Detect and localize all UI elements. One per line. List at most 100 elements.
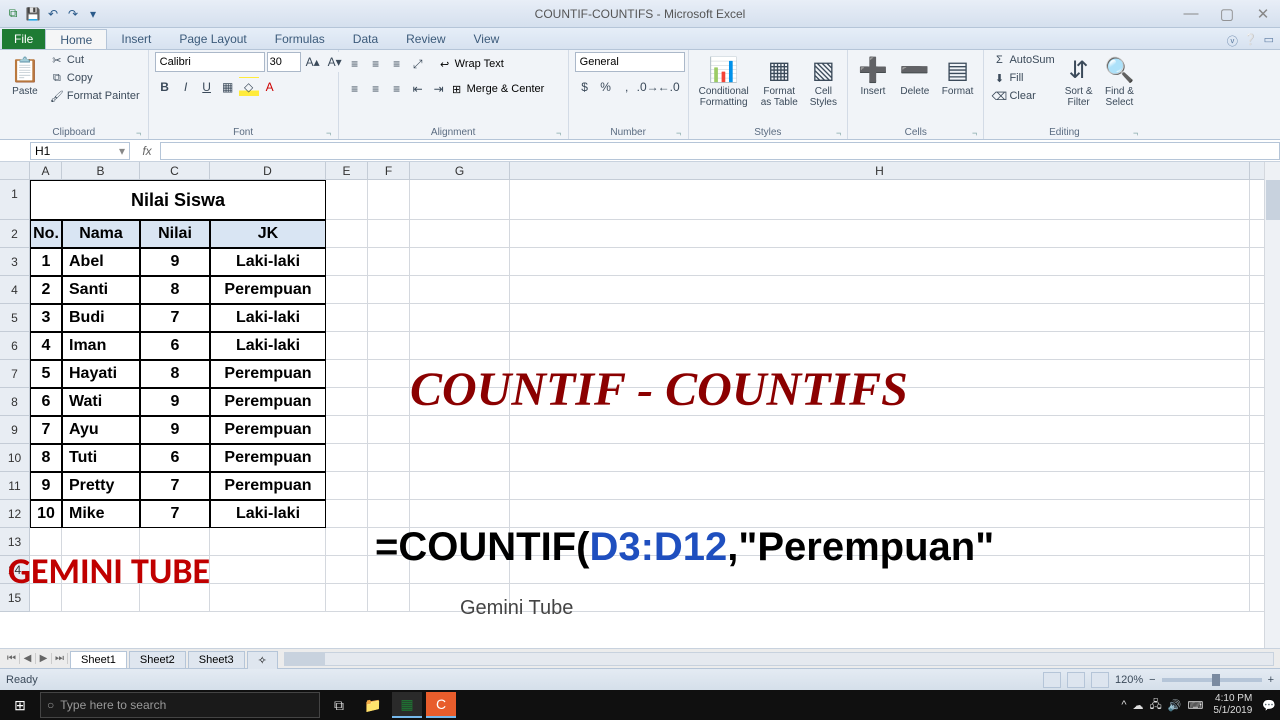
cell[interactable]	[368, 444, 410, 472]
cell[interactable]	[510, 220, 1250, 248]
view-normal-icon[interactable]	[1043, 672, 1061, 688]
zoom-slider[interactable]	[1162, 678, 1262, 682]
vscroll-thumb[interactable]	[1266, 180, 1280, 220]
format-cells-button[interactable]: ▤Format	[938, 52, 978, 99]
maximize-button[interactable]: ▢	[1214, 5, 1240, 23]
col-header-A[interactable]: A	[30, 162, 62, 180]
close-button[interactable]: ✕	[1250, 5, 1276, 23]
font-name-select[interactable]	[155, 52, 265, 72]
italic-button[interactable]: I	[176, 77, 196, 97]
conditional-formatting-button[interactable]: 📊Conditional Formatting	[695, 52, 753, 110]
row-header-9[interactable]: 9	[0, 416, 30, 444]
sheet-tab-3[interactable]: Sheet3	[188, 651, 245, 668]
tab-page-layout[interactable]: Page Layout	[165, 29, 260, 49]
cell[interactable]: 6	[30, 388, 62, 416]
font-color-button[interactable]: A	[260, 77, 280, 97]
cell[interactable]: Hayati	[62, 360, 140, 388]
cell[interactable]: 3	[30, 304, 62, 332]
tab-data[interactable]: Data	[339, 29, 392, 49]
cell[interactable]	[326, 304, 368, 332]
row-header-12[interactable]: 12	[0, 500, 30, 528]
ribbon-minimize-icon[interactable]: ⓥ	[1227, 33, 1238, 49]
format-as-table-button[interactable]: ▦Format as Table	[757, 52, 802, 110]
cell[interactable]: 6	[140, 332, 210, 360]
camtasia-icon[interactable]: C	[426, 692, 456, 718]
hscroll-thumb[interactable]	[285, 653, 325, 665]
cell[interactable]	[326, 556, 368, 584]
autosum-button[interactable]: ΣAutoSum	[990, 52, 1056, 68]
tray-network-icon[interactable]: 🖧	[1150, 696, 1162, 715]
cell[interactable]	[210, 556, 326, 584]
redo-icon[interactable]: ↷	[64, 5, 82, 23]
cell[interactable]	[510, 180, 1250, 220]
row-header-8[interactable]: 8	[0, 388, 30, 416]
notifications-icon[interactable]: 💬	[1262, 699, 1276, 712]
cell[interactable]	[410, 276, 510, 304]
row-header-2[interactable]: 2	[0, 220, 30, 248]
horizontal-scrollbar[interactable]	[284, 652, 1274, 666]
cell[interactable]	[210, 528, 326, 556]
cell[interactable]: Nilai	[140, 220, 210, 248]
percent-icon[interactable]: %	[596, 77, 616, 97]
cell[interactable]	[326, 276, 368, 304]
insert-cells-button[interactable]: ➕Insert	[854, 52, 892, 99]
cell[interactable]	[410, 416, 510, 444]
cell[interactable]	[326, 500, 368, 528]
cell[interactable]	[368, 472, 410, 500]
sheet-nav-last-icon[interactable]: ⏭	[52, 653, 68, 664]
tab-home[interactable]: Home	[45, 29, 107, 49]
table-title[interactable]: Nilai Siswa	[30, 180, 326, 220]
tab-file[interactable]: File	[2, 29, 45, 49]
cell[interactable]	[410, 220, 510, 248]
cell[interactable]: 4	[30, 332, 62, 360]
cell[interactable]	[368, 584, 410, 612]
sheet-nav-prev-icon[interactable]: ◀	[20, 653, 36, 664]
row-header-10[interactable]: 10	[0, 444, 30, 472]
cell[interactable]	[510, 248, 1250, 276]
cell[interactable]: Laki-laki	[210, 500, 326, 528]
tray-volume-icon[interactable]: 🔊	[1168, 699, 1182, 712]
ribbon-options-icon[interactable]: ▭	[1264, 33, 1274, 49]
cell[interactable]	[410, 248, 510, 276]
sheet-tab-2[interactable]: Sheet2	[129, 651, 186, 668]
fx-icon[interactable]: fx	[138, 144, 156, 158]
cell[interactable]: 8	[140, 360, 210, 388]
tab-formulas[interactable]: Formulas	[261, 29, 339, 49]
tab-insert[interactable]: Insert	[107, 29, 165, 49]
cell[interactable]	[368, 304, 410, 332]
cell[interactable]	[326, 388, 368, 416]
cell[interactable]: Perempuan	[210, 472, 326, 500]
sheet-tab-1[interactable]: Sheet1	[70, 651, 127, 668]
sort-filter-button[interactable]: ⇵Sort & Filter	[1061, 52, 1097, 110]
cell[interactable]	[326, 444, 368, 472]
cell[interactable]: Perempuan	[210, 444, 326, 472]
vertical-scrollbar[interactable]	[1264, 162, 1280, 648]
align-center-icon[interactable]: ≡	[366, 79, 386, 99]
cell[interactable]: JK	[210, 220, 326, 248]
view-layout-icon[interactable]	[1067, 672, 1085, 688]
tray-lang-icon[interactable]: ⌨	[1187, 699, 1203, 712]
cell[interactable]	[410, 180, 510, 220]
align-bottom-icon[interactable]: ≡	[387, 54, 407, 74]
cell[interactable]: Budi	[62, 304, 140, 332]
cell[interactable]	[510, 472, 1250, 500]
cell[interactable]: 9	[140, 388, 210, 416]
currency-icon[interactable]: $	[575, 77, 595, 97]
zoom-in-icon[interactable]: +	[1268, 674, 1274, 686]
col-header-B[interactable]: B	[62, 162, 140, 180]
cell[interactable]	[368, 220, 410, 248]
cell[interactable]	[368, 332, 410, 360]
cell[interactable]: Ayu	[62, 416, 140, 444]
comma-icon[interactable]: ,	[617, 77, 637, 97]
cell[interactable]	[410, 332, 510, 360]
excel-taskbar-icon[interactable]: ▦	[392, 692, 422, 718]
row-header-7[interactable]: 7	[0, 360, 30, 388]
number-format-select[interactable]	[575, 52, 685, 72]
cell[interactable]	[326, 472, 368, 500]
col-header-C[interactable]: C	[140, 162, 210, 180]
grow-font-icon[interactable]: A▴	[303, 52, 323, 72]
cell[interactable]: 7	[140, 304, 210, 332]
cell[interactable]: Perempuan	[210, 416, 326, 444]
qat-more-icon[interactable]: ▾	[84, 5, 102, 23]
cell[interactable]	[368, 180, 410, 220]
